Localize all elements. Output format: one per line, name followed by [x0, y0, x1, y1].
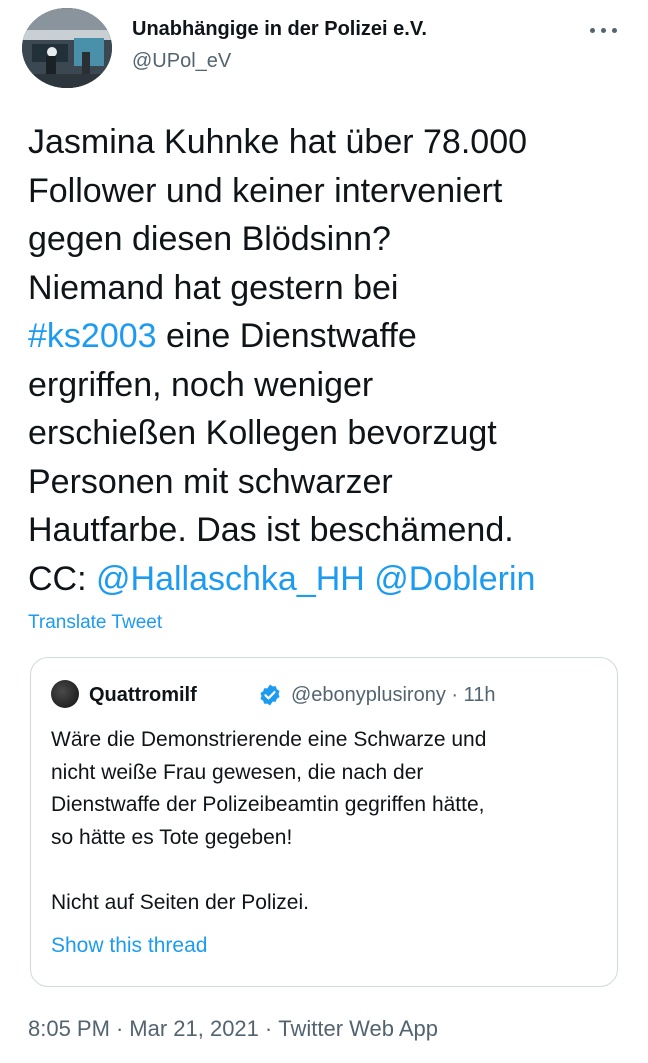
footer-separator: · — [115, 1016, 124, 1041]
tweet-text-segment: Personen mit schwarzer — [28, 462, 393, 501]
tweet-text-segment: Follower und keiner interveniert — [28, 171, 503, 210]
tweet-header: Unabhängige in der Polizei e.V. @UPol_eV — [0, 0, 648, 100]
author-handle[interactable]: @UPol_eV — [132, 50, 231, 73]
quoted-handle-time: @ebonyplusirony · 11h — [291, 684, 496, 706]
tweet-source-app[interactable]: Twitter Web App — [278, 1016, 438, 1041]
hashtag-link[interactable]: #ks2003 — [28, 317, 157, 355]
verified-badge-icon — [260, 684, 280, 706]
show-thread-link[interactable]: Show this thread — [51, 934, 207, 958]
tweet-text-segment: Niemand hat gestern bei — [28, 268, 399, 307]
tweet-text-line: ergriffen, noch weniger — [28, 361, 628, 410]
quoted-text-line: nicht weiße Frau gewesen, die nach der — [51, 760, 424, 784]
quoted-author-name: Quattromilf — [89, 684, 197, 706]
quoted-tweet[interactable]: Quattromilf @ebonyplusirony · 11h Wäre d… — [30, 657, 618, 987]
quoted-text-line: Nicht auf Seiten der Polizei. — [51, 890, 309, 914]
quoted-text-line: Wäre die Demonstrierende eine Schwarze u… — [51, 728, 487, 751]
mention-link[interactable]: @Hallaschka_HH — [96, 560, 365, 598]
tweet-text-line: gegen diesen Blödsinn? — [28, 215, 628, 264]
footer-separator: · — [264, 1016, 273, 1041]
tweet-text-line: Niemand hat gestern bei — [28, 264, 628, 313]
quoted-text-line — [51, 854, 611, 887]
translate-tweet-link[interactable]: Translate Tweet — [28, 612, 162, 634]
tweet-text-line: CC: @Hallaschka_HH @Doblerin — [28, 555, 628, 604]
quoted-text-line: so hätte es Tote gegeben! — [51, 825, 293, 849]
more-options-icon[interactable] — [586, 18, 622, 42]
tweet-text-segment: eine Dienstwaffe — [156, 317, 417, 355]
tweet-text-segment — [365, 560, 374, 598]
avatar[interactable] — [22, 8, 112, 88]
tweet-date[interactable]: Mar 21, 2021 — [129, 1016, 259, 1041]
tweet-text-segment: CC: — [28, 559, 96, 598]
tweet-time[interactable]: 8:05 PM — [28, 1016, 110, 1041]
tweet-text-line: Hautfarbe. Das ist beschämend. — [28, 506, 628, 555]
tweet-text: Jasmina Kuhnke hat über 78.000 Follower u… — [28, 118, 628, 603]
tweet-text-line: Personen mit schwarzer — [28, 458, 628, 507]
quoted-tweet-text: Wäre die Demonstrierende eine Schwarze u… — [51, 724, 611, 919]
tweet-text-segment: Jasmina Kuhnke hat über 78.000 — [28, 123, 528, 161]
tweet-text-segment: gegen diesen Blödsinn? — [28, 220, 391, 258]
tweet-footer: 8:05 PM · Mar 21, 2021 · Twitter Web App — [28, 1016, 438, 1042]
tweet-text-line: Jasmina Kuhnke hat über 78.000 — [28, 118, 628, 167]
quoted-text-line: Dienstwaffe der Polizeibeamtin gegriffen… — [51, 793, 485, 816]
tweet-text-segment: erschießen Kollegen bevorzugt — [28, 414, 497, 452]
quoted-avatar[interactable] — [51, 680, 79, 708]
tweet-text-line: Follower und keiner interveniert — [28, 167, 628, 216]
avatar-photo — [22, 8, 112, 88]
tweet-text-line: #ks2003 eine Dienstwaffe — [28, 312, 628, 361]
mention-link[interactable]: @Doblerin — [374, 560, 535, 598]
tweet-text-segment: Hautfarbe. Das ist beschämend. — [28, 511, 514, 549]
author-name[interactable]: Unabhängige in der Polizei e.V. — [132, 18, 427, 41]
tweet-text-line: erschießen Kollegen bevorzugt — [28, 409, 628, 458]
tweet-text-segment: ergriffen, noch weniger — [28, 365, 374, 404]
